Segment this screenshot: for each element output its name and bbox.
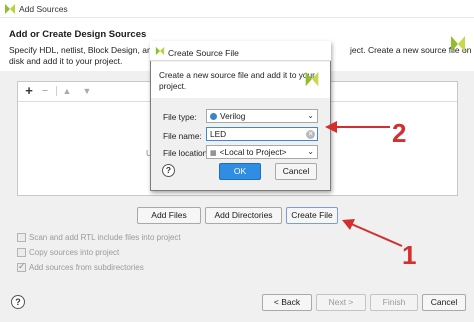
chevron-down-icon: ⌄ — [307, 147, 314, 156]
option-add-subdirectories[interactable]: Add sources from subdirectories — [17, 261, 144, 273]
file-name-input[interactable]: LED ✕ — [206, 127, 318, 141]
page-title: Add or Create Design Sources — [9, 29, 147, 40]
xilinx-logo-icon — [305, 71, 319, 87]
vivado-logo-icon — [155, 46, 165, 56]
help-button[interactable]: ? — [11, 295, 25, 309]
checkbox[interactable] — [17, 233, 26, 242]
plus-icon[interactable]: + — [22, 84, 36, 98]
back-button[interactable]: < Back — [262, 294, 312, 311]
vivado-logo-icon — [5, 4, 15, 14]
toolbar-separator — [56, 86, 57, 96]
arrow-down-icon[interactable]: ▼ — [80, 84, 94, 98]
ok-button[interactable]: OK — [219, 163, 261, 180]
minus-icon[interactable]: − — [38, 84, 52, 98]
option-copy-sources[interactable]: Copy sources into project — [17, 247, 119, 258]
file-type-select[interactable]: Verilog ⌄ — [206, 109, 318, 123]
window-title: Add Sources — [19, 4, 68, 14]
add-files-button[interactable]: Add Files — [137, 207, 201, 224]
file-location-select[interactable]: ▦ <Local to Project> ⌄ — [206, 145, 318, 159]
clear-icon[interactable]: ✕ — [306, 130, 315, 139]
cancel-button[interactable]: Cancel — [422, 294, 466, 311]
file-type-label: File type: — [163, 112, 197, 122]
create-file-button[interactable]: Create File — [286, 207, 338, 224]
project-folder-icon: ▦ — [210, 150, 217, 157]
file-location-label: File location: — [163, 148, 210, 158]
option-scan-rtl[interactable]: Scan and add RTL include files into proj… — [17, 232, 181, 243]
window-titlebar: Add Sources — [0, 0, 474, 18]
verilog-icon — [210, 113, 217, 120]
dialog-help-button[interactable]: ? — [162, 164, 175, 177]
dialog-description-line2: project. — [159, 81, 187, 91]
checkbox-checked[interactable] — [17, 261, 26, 272]
finish-button[interactable]: Finish — [370, 294, 418, 311]
add-directories-button[interactable]: Add Directories — [205, 207, 282, 224]
next-button[interactable]: Next > — [316, 294, 366, 311]
dialog-title: Create Source File — [168, 48, 239, 58]
annotation-step-2: 2 — [392, 118, 407, 148]
arrow-up-icon[interactable]: ▲ — [60, 84, 74, 98]
page-description-line2: disk and add it to your project. — [9, 56, 123, 66]
chevron-down-icon: ⌄ — [307, 111, 314, 120]
dialog-cancel-button[interactable]: Cancel — [275, 163, 317, 180]
annotation-step-1: 1 — [402, 240, 417, 270]
file-name-label: File name: — [163, 131, 202, 141]
checkbox[interactable] — [17, 248, 26, 257]
xilinx-logo-icon — [451, 36, 465, 52]
dialog-description-line1: Create a new source file and add it to y… — [159, 70, 315, 80]
